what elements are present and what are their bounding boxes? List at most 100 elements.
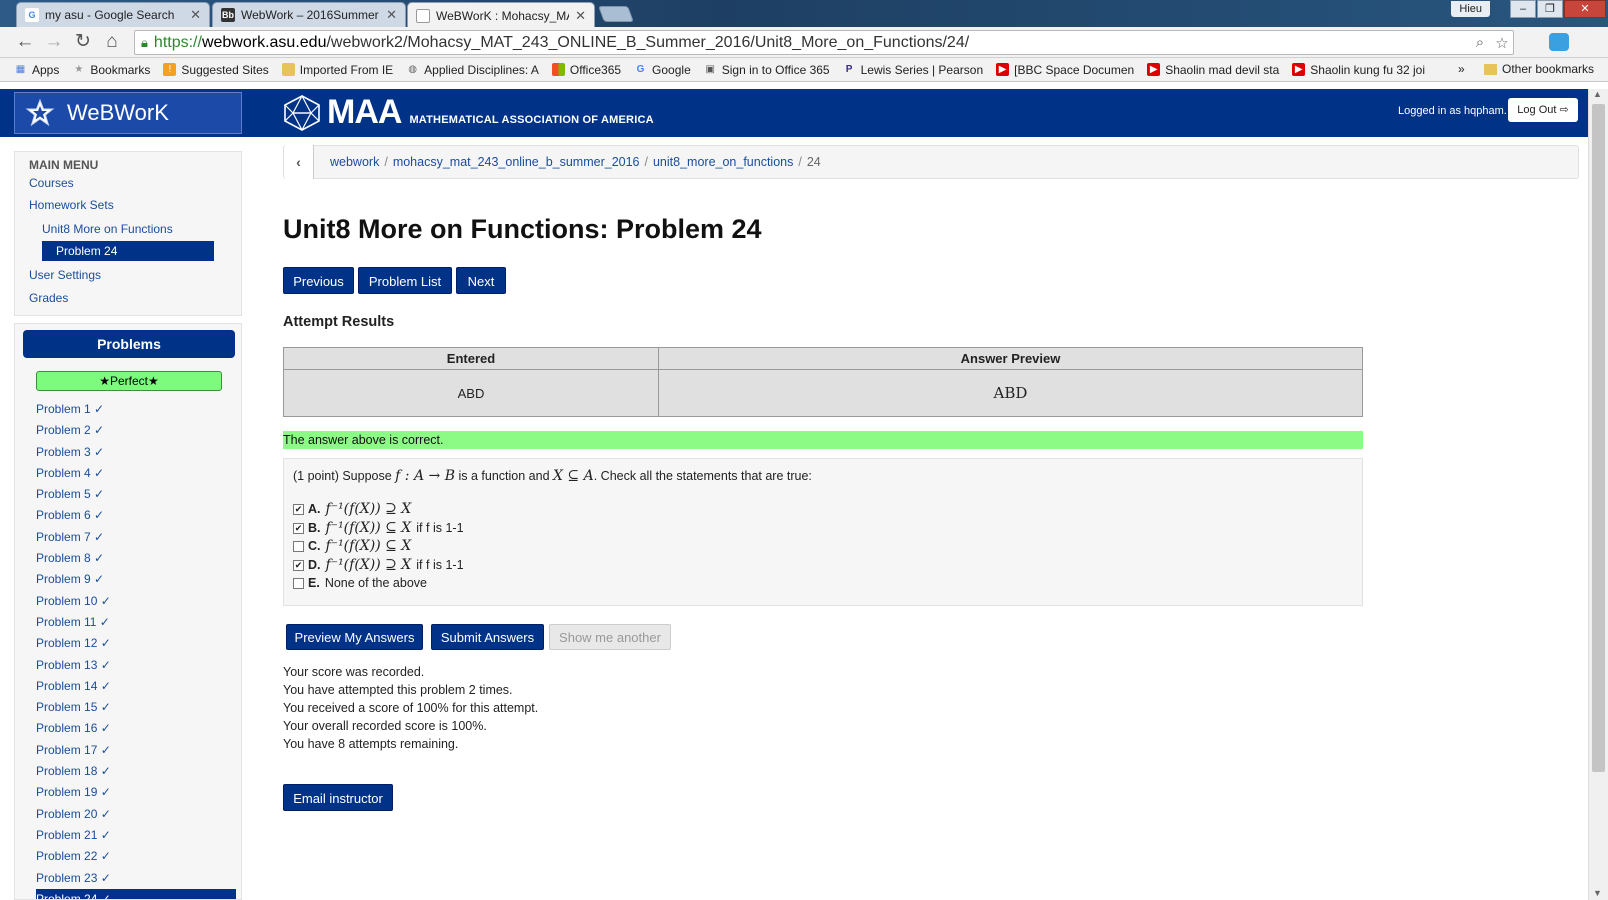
close-tab-icon[interactable]: ✕ xyxy=(386,7,397,23)
breadcrumb-webwork[interactable]: webwork xyxy=(330,155,379,169)
reload-icon[interactable]: ↻ xyxy=(71,31,95,55)
problem-list-button[interactable]: Problem List xyxy=(358,267,452,294)
address-bar[interactable]: 🔒︎ https://webwork.asu.edu/webwork2/Moha… xyxy=(134,30,1514,55)
breadcrumb-set[interactable]: unit8_more_on_functions xyxy=(653,155,793,169)
bookmark-imported-ie[interactable]: Imported From IE xyxy=(281,63,393,77)
problem-list-item[interactable]: Problem 8 ✓ xyxy=(36,548,236,569)
bookmark-label: Google xyxy=(652,62,691,77)
bookmark-applied-disciplines[interactable]: ◍ Applied Disciplines: A xyxy=(406,63,539,77)
bookmark-office365[interactable]: Office365 xyxy=(551,62,622,77)
perfect-badge: ★Perfect★ xyxy=(36,371,222,391)
webwork-logo[interactable]: WeBWorK xyxy=(14,92,242,134)
extension-icon[interactable] xyxy=(1549,33,1569,51)
bookmarks-overflow-icon[interactable]: » xyxy=(1458,62,1465,76)
bookmark-bbc-space[interactable]: ▶ [BBC Space Documen xyxy=(996,63,1134,77)
problem-list-item[interactable]: Problem 18 ✓ xyxy=(36,761,236,782)
bookmark-google[interactable]: G Google xyxy=(634,63,691,77)
maa-icosahedron-icon xyxy=(284,94,320,131)
tab-google-search[interactable]: G my asu - Google Search ✕ xyxy=(16,2,210,27)
menu-link-homework-sets[interactable]: Homework Sets xyxy=(29,198,114,212)
problem-list-item[interactable]: Problem 1 ✓ xyxy=(36,399,236,420)
submit-answers-button[interactable]: Submit Answers xyxy=(431,624,544,650)
bookmark-label: Sign in to Office 365 xyxy=(721,62,830,77)
pearson-p-icon: P xyxy=(845,64,853,75)
problem-list-item[interactable]: Problem 6 ✓ xyxy=(36,505,236,526)
bookmark-apps[interactable]: ▦ Apps xyxy=(14,63,60,77)
score-line: Your overall recorded score is 100%. xyxy=(283,719,487,733)
bookmark-lewis-pearson[interactable]: P Lewis Series | Pearson xyxy=(843,63,983,77)
other-bookmarks[interactable]: Other bookmarks xyxy=(1484,62,1594,76)
score-line: Your score was recorded. xyxy=(283,665,425,679)
problem-list-item[interactable]: Problem 15 ✓ xyxy=(36,697,236,718)
bookmark-office365-signin[interactable]: ▣ Sign in to Office 365 xyxy=(704,63,830,77)
bookmark-label: Bookmarks xyxy=(90,62,151,77)
problem-list-item[interactable]: Problem 9 ✓ xyxy=(36,569,236,590)
problem-list-item[interactable]: Problem 3 ✓ xyxy=(36,442,236,463)
option-checkbox[interactable]: ✔ xyxy=(293,503,304,515)
bookmark-bookmarks[interactable]: ★ Bookmarks xyxy=(72,63,150,77)
menu-link-unit8-set[interactable]: Unit8 More on Functions xyxy=(42,222,173,236)
problem-list-item[interactable]: Problem 16 ✓ xyxy=(36,718,236,739)
tab-webwork-problem[interactable]: WeBWorK : Mohacsy_MAT ✕ xyxy=(407,2,595,28)
breadcrumb-back-button[interactable]: ‹ xyxy=(284,145,314,179)
menu-link-current-problem[interactable]: Problem 24 xyxy=(42,241,214,261)
option-letter: B. xyxy=(308,521,321,535)
problem-list-item[interactable]: Problem 22 ✓ xyxy=(36,846,236,867)
problem-list-item[interactable]: Problem 5 ✓ xyxy=(36,484,236,505)
problem-list-item[interactable]: Problem 10 ✓ xyxy=(36,591,236,612)
bookmark-star-icon[interactable]: ☆ xyxy=(1491,34,1513,52)
google-g-icon: G xyxy=(636,64,645,75)
bookmark-suggested-sites[interactable]: ! Suggested Sites xyxy=(163,63,269,77)
logout-button[interactable]: Log Out ⇨ xyxy=(1508,98,1578,122)
email-instructor-button[interactable]: Email instructor xyxy=(283,784,393,811)
problem-list-item[interactable]: Problem 12 ✓ xyxy=(36,633,236,654)
problem-list-item[interactable]: Problem 13 ✓ xyxy=(36,655,236,676)
zoom-search-icon[interactable]: ⌕ xyxy=(1469,34,1491,51)
option-math: f⁻¹(f(X)) ⊆ X xyxy=(325,538,412,554)
option-checkbox[interactable]: ✔ xyxy=(293,559,304,571)
tab-title: my asu - Google Search xyxy=(45,8,175,22)
scrollbar-thumb[interactable] xyxy=(1592,104,1605,772)
close-window-button[interactable]: ✕ xyxy=(1564,0,1606,18)
bookmark-label: Office365 xyxy=(569,62,622,77)
problem-list: Problem 1 ✓ Problem 2 ✓ Problem 3 ✓ Problem… xyxy=(36,399,236,899)
problem-list-item[interactable]: Problem 7 ✓ xyxy=(36,527,236,548)
scroll-down-icon[interactable]: ▼ xyxy=(1593,888,1602,898)
option-checkbox[interactable]: ✔ xyxy=(293,522,304,534)
problem-list-item[interactable]: Problem 24 ✓ xyxy=(36,888,236,899)
option-checkbox[interactable] xyxy=(293,577,304,589)
tab-webwork-blackboard[interactable]: Bb WebWork – 2016Summer ✕ xyxy=(212,2,406,27)
problem-list-item[interactable]: Problem 23 ✓ xyxy=(36,868,236,889)
close-tab-icon[interactable]: ✕ xyxy=(190,7,201,23)
new-tab-button[interactable] xyxy=(598,6,634,22)
restore-button[interactable]: ❐ xyxy=(1537,0,1563,18)
bookmark-shaolin-kung-fu[interactable]: ▶ Shaolin kung fu 32 joi xyxy=(1292,63,1425,77)
option-checkbox[interactable] xyxy=(293,540,304,552)
previous-button[interactable]: Previous xyxy=(283,267,354,294)
problem-list-item[interactable]: Problem 21 ✓ xyxy=(36,825,236,846)
profile-badge[interactable]: Hieu xyxy=(1451,1,1490,17)
menu-link-user-settings[interactable]: User Settings xyxy=(29,268,101,282)
problem-list-item[interactable]: Problem 11 ✓ xyxy=(36,612,236,633)
problem-list-item[interactable]: Problem 4 ✓ xyxy=(36,463,236,484)
menu-link-grades[interactable]: Grades xyxy=(29,291,68,305)
problem-list-item[interactable]: Problem 17 ✓ xyxy=(36,740,236,761)
close-tab-icon[interactable]: ✕ xyxy=(575,8,586,24)
maa-logo[interactable]: MAA MATHEMATICAL ASSOCIATION OF AMERICA xyxy=(283,93,654,132)
problem-list-item[interactable]: Problem 14 ✓ xyxy=(36,676,236,697)
breadcrumb-course[interactable]: mohacsy_mat_243_online_b_summer_2016 xyxy=(393,155,640,169)
scroll-up-icon[interactable]: ▲ xyxy=(1593,89,1602,99)
back-arrow-icon[interactable]: ← xyxy=(13,31,37,55)
problem-list-item[interactable]: Problem 2 ✓ xyxy=(36,420,236,441)
problem-list-item[interactable]: Problem 20 ✓ xyxy=(36,804,236,825)
problem-text: (1 point) Suppose f : A → B is a functio… xyxy=(293,468,812,484)
next-button[interactable]: Next xyxy=(456,267,506,294)
forward-arrow-icon[interactable]: → xyxy=(42,31,66,55)
youtube-icon: ▶ xyxy=(1147,63,1161,76)
preview-answers-button[interactable]: Preview My Answers xyxy=(286,624,423,650)
minimize-button[interactable]: – xyxy=(1510,0,1536,18)
bookmark-shaolin-mad-devil[interactable]: ▶ Shaolin mad devil sta xyxy=(1147,63,1279,77)
problem-list-item[interactable]: Problem 19 ✓ xyxy=(36,782,236,803)
home-icon[interactable]: ⌂ xyxy=(100,31,124,55)
menu-link-courses[interactable]: Courses xyxy=(29,176,74,190)
